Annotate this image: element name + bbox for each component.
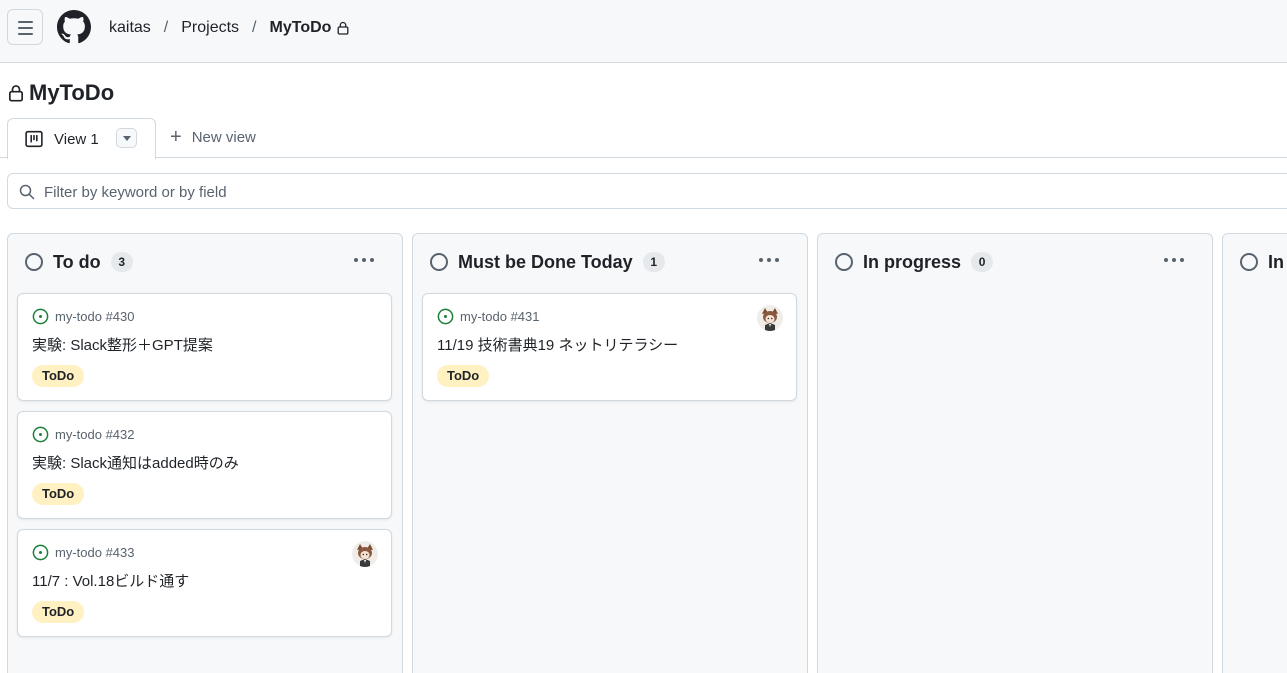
column-count: 3 bbox=[110, 252, 133, 272]
issue-card[interactable]: my-todo #432 実験: Slack通知はadded時のみ ToDo bbox=[17, 411, 392, 519]
top-header: kaitas / Projects / MyToDo bbox=[0, 0, 1287, 63]
breadcrumb-owner[interactable]: kaitas bbox=[109, 18, 151, 38]
column-header: Must be Done Today 1 bbox=[430, 251, 665, 273]
column-header: In bbox=[1240, 251, 1284, 273]
column-to-do: To do 3 my-todo #430 実験: Slack整形＋GPT提案 T… bbox=[7, 233, 403, 673]
issue-number[interactable]: my-todo #431 bbox=[460, 309, 540, 324]
status-circle-icon bbox=[25, 253, 43, 271]
column-partial: In bbox=[1222, 233, 1287, 673]
issue-ref: my-todo #433 bbox=[32, 544, 135, 561]
board-icon bbox=[25, 130, 43, 148]
new-view-label: New view bbox=[191, 128, 256, 146]
status-circle-icon bbox=[1240, 253, 1258, 271]
column-header: In progress 0 bbox=[835, 251, 994, 273]
search-icon bbox=[19, 184, 35, 200]
project-title-row: MyToDo bbox=[8, 80, 114, 106]
issue-opened-icon bbox=[437, 308, 454, 325]
lock-icon bbox=[337, 21, 349, 35]
issue-number[interactable]: my-todo #430 bbox=[55, 309, 135, 324]
tab-divider bbox=[0, 157, 1287, 158]
triangle-down-icon bbox=[123, 136, 131, 141]
status-circle-icon bbox=[835, 253, 853, 271]
column-name: To do bbox=[53, 252, 101, 272]
breadcrumb: kaitas / Projects / MyToDo bbox=[109, 18, 349, 38]
filter-input[interactable] bbox=[44, 182, 644, 202]
label-badge[interactable]: ToDo bbox=[437, 365, 490, 387]
global-menu-button[interactable] bbox=[7, 9, 43, 45]
column-count: 0 bbox=[971, 252, 994, 272]
column-name: In bbox=[1268, 252, 1284, 272]
plus-icon: + bbox=[170, 126, 182, 148]
tab-view-1-label: View 1 bbox=[54, 131, 99, 148]
assignee-avatar[interactable] bbox=[352, 541, 378, 567]
github-logo-icon[interactable] bbox=[57, 10, 91, 44]
issue-opened-icon bbox=[32, 426, 49, 443]
column-name: In progress bbox=[863, 252, 962, 272]
issue-card[interactable]: my-todo #433 11/7 : Vol.18ビルド通す ToDo bbox=[17, 529, 392, 637]
page-title: MyToDo bbox=[29, 80, 115, 105]
issue-card[interactable]: my-todo #430 実験: Slack整形＋GPT提案 ToDo bbox=[17, 293, 392, 401]
column-more-icon[interactable] bbox=[759, 253, 779, 267]
card-title[interactable]: 実験: Slack通知はadded時のみ bbox=[32, 454, 239, 473]
issue-ref: my-todo #430 bbox=[32, 308, 135, 325]
label-badge[interactable]: ToDo bbox=[32, 601, 85, 623]
issue-opened-icon bbox=[32, 544, 49, 561]
column-more-icon[interactable] bbox=[354, 253, 374, 267]
hamburger-icon bbox=[18, 21, 33, 23]
issue-ref: my-todo #432 bbox=[32, 426, 135, 443]
column-name: Must be Done Today bbox=[458, 252, 633, 272]
issue-number[interactable]: my-todo #433 bbox=[55, 545, 135, 560]
new-view-button[interactable]: + New view bbox=[170, 126, 256, 148]
column-must-be-done-today: Must be Done Today 1 my-todo #431 11/19 … bbox=[412, 233, 808, 673]
issue-number[interactable]: my-todo #432 bbox=[55, 427, 135, 442]
issue-ref: my-todo #431 bbox=[437, 308, 540, 325]
breadcrumb-projects[interactable]: Projects bbox=[181, 18, 239, 38]
view-options-dropdown[interactable] bbox=[116, 128, 137, 148]
column-count: 1 bbox=[642, 252, 665, 272]
issue-card[interactable]: my-todo #431 11/19 技術書典19 ネットリテラシー ToDo bbox=[422, 293, 797, 401]
breadcrumb-project[interactable]: MyToDo bbox=[270, 18, 332, 38]
card-title[interactable]: 11/19 技術書典19 ネットリテラシー bbox=[437, 336, 678, 355]
column-more-icon[interactable] bbox=[1164, 253, 1184, 267]
breadcrumb-separator: / bbox=[252, 19, 257, 36]
label-badge[interactable]: ToDo bbox=[32, 483, 85, 505]
filter-bar bbox=[7, 173, 1287, 209]
assignee-avatar[interactable] bbox=[757, 305, 783, 331]
card-title[interactable]: 実験: Slack整形＋GPT提案 bbox=[32, 336, 213, 355]
issue-opened-icon bbox=[32, 308, 49, 325]
hamburger-icon-line bbox=[18, 27, 33, 29]
tab-view-1[interactable]: View 1 bbox=[7, 118, 156, 159]
breadcrumb-separator: / bbox=[163, 19, 169, 36]
column-in-progress: In progress 0 bbox=[817, 233, 1213, 673]
hamburger-icon-line bbox=[18, 33, 33, 35]
column-header: To do 3 bbox=[25, 251, 133, 273]
lock-icon bbox=[8, 85, 24, 102]
card-title[interactable]: 11/7 : Vol.18ビルド通す bbox=[32, 572, 189, 591]
label-badge[interactable]: ToDo bbox=[32, 365, 85, 387]
status-circle-icon bbox=[430, 253, 448, 271]
